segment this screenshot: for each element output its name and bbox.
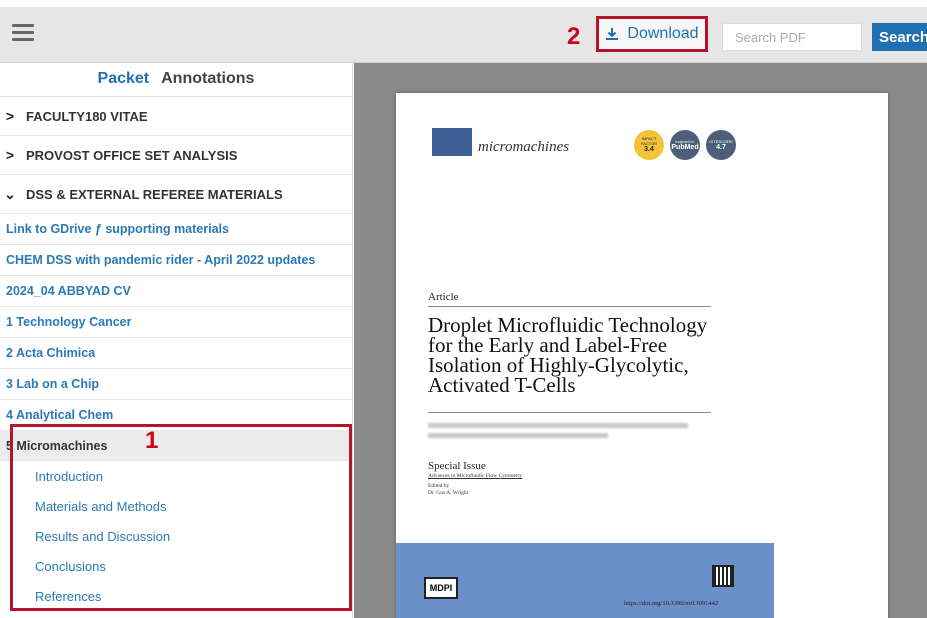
- special-issue-label: Special Issue: [428, 460, 486, 472]
- hamburger-menu-icon[interactable]: [12, 24, 34, 42]
- doi-link: https://doi.org/10.3390/mi13091442: [624, 600, 719, 607]
- section-label: PROVOST OFFICE SET ANALYSIS: [26, 147, 238, 163]
- document-item[interactable]: 2024_04 ABBYAD CV: [0, 276, 352, 307]
- document-item[interactable]: 1 Technology Cancer: [0, 307, 352, 338]
- section-label: FACULTY180 VITAE: [26, 108, 148, 124]
- section-label: DSS & EXTERNAL REFEREE MATERIALS: [26, 186, 283, 202]
- blurred-authors: [428, 423, 688, 428]
- section-faculty180-vitae[interactable]: > FACULTY180 VITAE: [0, 97, 352, 136]
- document-item[interactable]: 3 Lab on a Chip: [0, 369, 352, 400]
- search-button[interactable]: Search: [872, 23, 927, 51]
- article-title: Droplet Microfluidic Technology for the …: [428, 313, 708, 397]
- chevron-down-icon: ⌄: [4, 185, 16, 202]
- divider: [428, 412, 711, 413]
- chevron-right-icon: >: [5, 147, 15, 163]
- citescore-badge: CITESCORE 4.7: [706, 130, 736, 160]
- badge-caption: IMPACT FACTOR: [640, 136, 658, 146]
- badge-value: PubMed: [671, 143, 699, 151]
- page-footer: MDPI https://doi.org/10.3390/mi13091442: [396, 543, 774, 618]
- badge-value: 3.4: [644, 146, 654, 153]
- section-dss-external-referee[interactable]: ⌄ DSS & EXTERNAL REFEREE MATERIALS: [0, 175, 352, 214]
- edited-by-label: Edited by: [428, 483, 450, 489]
- document-item[interactable]: Link to GDrive ƒ supporting materials: [0, 214, 352, 245]
- article-label: Article: [428, 291, 459, 303]
- download-icon: [606, 28, 619, 40]
- pubmed-badge: Indexed in: PubMed: [670, 130, 700, 160]
- journal-logo: [432, 128, 472, 156]
- sidebar-tabs: Packet Annotations: [0, 63, 352, 97]
- journal-name: micromachines: [478, 139, 570, 155]
- tab-packet[interactable]: Packet: [98, 70, 150, 96]
- edited-by: Edited by Dr. Gus A. Wright: [428, 483, 468, 497]
- packet-sidebar: Packet Annotations > FACULTY180 VITAE > …: [0, 63, 353, 618]
- annotation-marker-1: 1: [145, 427, 159, 454]
- download-button[interactable]: Download: [596, 16, 708, 52]
- special-issue-name: Advances in Microfluidic Flow Cytometry: [428, 473, 523, 479]
- highlight-box: [10, 424, 352, 611]
- pdf-viewer[interactable]: micromachines IMPACT FACTOR 3.4 Indexed …: [354, 63, 927, 618]
- document-item[interactable]: 2 Acta Chimica: [0, 338, 352, 369]
- mdpi-logo: MDPI: [424, 577, 458, 599]
- document-item[interactable]: CHEM DSS with pandemic rider - April 202…: [0, 245, 352, 276]
- pdf-page: micromachines IMPACT FACTOR 3.4 Indexed …: [396, 93, 888, 618]
- section-provost-office[interactable]: > PROVOST OFFICE SET ANALYSIS: [0, 136, 352, 175]
- search-pdf-input[interactable]: [722, 23, 862, 51]
- divider: [428, 306, 711, 307]
- badge-value: 4.7: [716, 143, 726, 151]
- blurred-authors: [428, 433, 608, 438]
- qr-code: [712, 565, 734, 587]
- chevron-right-icon: >: [5, 108, 15, 124]
- editor-name: Dr. Gus A. Wright: [428, 490, 469, 496]
- top-toolbar: 2 Download Search: [0, 7, 927, 63]
- download-label: Download: [627, 25, 699, 42]
- tab-annotations[interactable]: Annotations: [161, 70, 254, 96]
- impact-factor-badge: IMPACT FACTOR 3.4: [634, 130, 664, 160]
- annotation-marker-2: 2: [567, 23, 581, 50]
